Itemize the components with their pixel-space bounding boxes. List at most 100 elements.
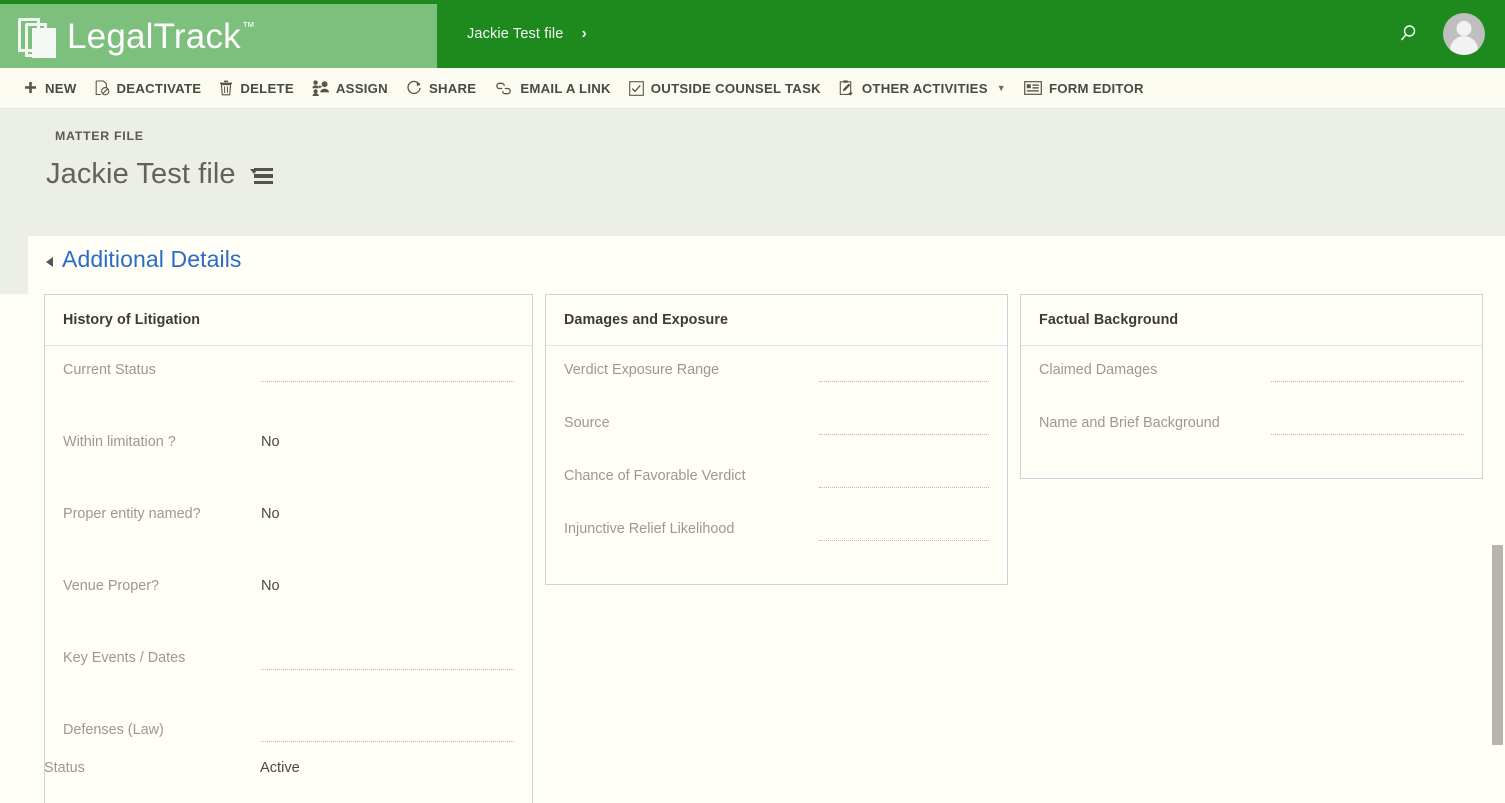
field-value[interactable]: No	[261, 574, 514, 597]
section-title: Additional Details	[62, 248, 242, 271]
assign-button[interactable]: ASSIGN	[303, 68, 397, 109]
field-label: Defenses (Law)	[63, 718, 261, 740]
field-injunctive-relief-likelihood: Injunctive Relief Likelihood	[564, 517, 989, 570]
field-label: Venue Proper?	[63, 574, 261, 596]
brand-name: LegalTrack™	[67, 19, 254, 54]
section-card-container: History of Litigation Current Status Wit…	[44, 294, 1484, 803]
field-label: Status	[44, 760, 260, 776]
field-value[interactable]: No	[261, 430, 514, 453]
field-within-limitation: Within limitation ? No	[63, 430, 514, 502]
left-gutter-strip	[0, 236, 28, 294]
form-editor-button-label: FORM EDITOR	[1049, 81, 1144, 96]
other-activities-button-label: OTHER ACTIVITIES	[862, 81, 988, 96]
field-label: Injunctive Relief Likelihood	[564, 517, 819, 539]
new-button-label: NEW	[45, 81, 77, 96]
form-editor-icon	[1024, 81, 1042, 95]
stacked-pages-icon	[18, 15, 58, 57]
field-value-input[interactable]	[261, 724, 514, 742]
deactivate-button-label: DEACTIVATE	[117, 81, 202, 96]
record-title-row: Jackie Test file	[46, 160, 274, 189]
field-value-input[interactable]	[819, 470, 989, 488]
field-label: Claimed Damages	[1039, 358, 1271, 380]
share-icon	[406, 80, 422, 96]
top-navigation-bar: LegalTrack™ Jackie Test file ›	[0, 0, 1505, 68]
card-title: Factual Background	[1039, 312, 1178, 328]
field-value-input[interactable]	[1271, 364, 1464, 382]
link-icon	[494, 82, 513, 95]
share-button-label: SHARE	[429, 81, 476, 96]
field-defenses-law: Defenses (Law)	[63, 718, 514, 790]
field-value[interactable]: No	[261, 502, 514, 525]
chevron-down-icon: ▼	[997, 83, 1006, 93]
card-title: Damages and Exposure	[564, 312, 728, 328]
field-chance-of-favorable-verdict: Chance of Favorable Verdict	[564, 464, 989, 517]
field-verdict-exposure-range: Verdict Exposure Range	[564, 358, 989, 411]
delete-button-label: DELETE	[240, 81, 294, 96]
email-a-link-button[interactable]: EMAIL A LINK	[485, 68, 619, 109]
new-button[interactable]: NEW	[14, 68, 86, 109]
field-current-status: Current Status	[63, 358, 514, 430]
assign-button-label: ASSIGN	[336, 81, 388, 96]
card-header: Factual Background	[1021, 295, 1482, 346]
brand-name-text: LegalTrack	[67, 17, 241, 56]
field-value-input[interactable]	[261, 364, 514, 382]
section-header-additional-details[interactable]: Additional Details	[46, 248, 242, 271]
trademark-symbol: ™	[242, 19, 255, 34]
field-label: Source	[564, 411, 819, 433]
field-value-input[interactable]	[261, 652, 514, 670]
delete-button[interactable]: DELETE	[210, 68, 303, 109]
email-a-link-button-label: EMAIL A LINK	[520, 81, 610, 96]
field-label: Proper entity named?	[63, 502, 261, 524]
field-value-input[interactable]	[819, 523, 989, 541]
card-header: History of Litigation	[45, 295, 532, 346]
field-label: Within limitation ?	[63, 430, 261, 452]
breadcrumb-item-record[interactable]: Jackie Test file	[467, 26, 563, 42]
form-editor-button[interactable]: FORM EDITOR	[1015, 68, 1153, 109]
field-label: Verdict Exposure Range	[564, 358, 819, 380]
deactivate-icon	[95, 80, 110, 96]
vertical-scrollbar-thumb[interactable]	[1492, 545, 1503, 745]
outside-counsel-task-button[interactable]: OUTSIDE COUNSEL TASK	[620, 68, 830, 109]
checkbox-checked-icon	[629, 81, 644, 96]
card-history-of-litigation: History of Litigation Current Status Wit…	[44, 294, 533, 803]
card-factual-background: Factual Background Claimed Damages Name …	[1020, 294, 1483, 479]
field-name-and-brief-background: Name and Brief Background	[1039, 411, 1464, 464]
field-source: Source	[564, 411, 989, 464]
application-window: LegalTrack™ Jackie Test file › NEW	[0, 0, 1505, 803]
field-value-input[interactable]	[819, 364, 989, 382]
search-icon[interactable]	[1395, 21, 1421, 47]
field-value-input[interactable]	[1271, 417, 1464, 435]
field-label: Current Status	[63, 358, 261, 380]
vertical-scrollbar-track[interactable]	[1490, 109, 1505, 803]
card-body: Claimed Damages Name and Brief Backgroun…	[1021, 346, 1482, 478]
breadcrumb-chevron-icon[interactable]: ›	[581, 26, 586, 42]
form-selector-icon[interactable]	[250, 168, 274, 186]
field-value[interactable]: Active	[260, 760, 300, 776]
card-body: Current Status Within limitation ? No Pr…	[45, 346, 532, 803]
command-bar: NEW DEACTIVATE	[0, 68, 1505, 109]
page-title: Jackie Test file	[46, 160, 236, 189]
card-damages-and-exposure: Damages and Exposure Verdict Exposure Ra…	[545, 294, 1008, 585]
field-key-events-dates: Key Events / Dates	[63, 646, 514, 718]
breadcrumb: Jackie Test file ›	[437, 0, 1395, 68]
card-body: Verdict Exposure Range Source Chance of …	[546, 346, 1007, 584]
other-activities-button[interactable]: OTHER ACTIVITIES ▼	[830, 68, 1015, 109]
entity-type-label: MATTER FILE	[55, 129, 144, 143]
top-nav-actions	[1395, 0, 1505, 68]
share-button[interactable]: SHARE	[397, 68, 485, 109]
user-avatar-icon[interactable]	[1443, 13, 1485, 55]
field-label: Name and Brief Background	[1039, 411, 1271, 433]
assign-people-icon	[312, 80, 329, 96]
field-status: Status Active	[44, 760, 1484, 776]
field-label: Chance of Favorable Verdict	[564, 464, 819, 486]
field-value-input[interactable]	[819, 417, 989, 435]
card-title: History of Litigation	[63, 312, 200, 328]
field-venue-proper: Venue Proper? No	[63, 574, 514, 646]
clipboard-plus-icon	[839, 80, 855, 96]
triangle-collapse-icon	[46, 257, 53, 267]
deactivate-button[interactable]: DEACTIVATE	[86, 68, 211, 109]
field-claimed-damages: Claimed Damages	[1039, 358, 1464, 411]
brand-logo-area[interactable]: LegalTrack™	[0, 4, 437, 68]
trash-icon	[219, 80, 233, 96]
outside-counsel-task-button-label: OUTSIDE COUNSEL TASK	[651, 81, 821, 96]
